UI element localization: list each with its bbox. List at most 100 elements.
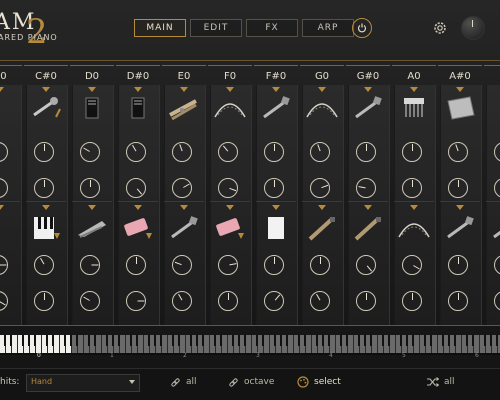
parameter-knob[interactable]: [448, 142, 468, 162]
parameter-knob[interactable]: [402, 142, 422, 162]
tool-menu-arrow-icon[interactable]: [0, 87, 4, 92]
parameter-knob[interactable]: [356, 291, 376, 311]
tool-icon-arc-curve[interactable]: [398, 215, 430, 241]
tool-menu-arrow-icon[interactable]: [180, 87, 188, 92]
parameter-knob[interactable]: [80, 142, 100, 162]
link-octave-button[interactable]: octave: [228, 375, 274, 389]
tool-menu-arrow-icon[interactable]: [318, 205, 326, 210]
tool-icon-bolt[interactable]: [352, 95, 384, 121]
tool-icon-dark-block[interactable]: [76, 95, 108, 121]
tab-arp[interactable]: ARP: [302, 19, 354, 37]
parameter-knob[interactable]: [172, 255, 192, 275]
parameter-knob[interactable]: [310, 142, 330, 162]
parameter-knob[interactable]: [356, 255, 376, 275]
tool-icon-arc-curve[interactable]: [306, 95, 338, 121]
tool-menu-arrow-icon[interactable]: [364, 205, 372, 210]
parameter-knob[interactable]: [402, 178, 422, 198]
tool-menu-arrow-icon[interactable]: [180, 205, 188, 210]
tool-menu-arrow-icon[interactable]: [226, 205, 234, 210]
parameter-knob[interactable]: [264, 178, 284, 198]
tool-icon-screw[interactable]: [30, 95, 62, 121]
tool-icon-metal-plate[interactable]: [444, 95, 476, 121]
tool-icon-bolt[interactable]: [168, 215, 200, 241]
gear-icon[interactable]: [432, 20, 448, 36]
tool-menu-arrow-icon[interactable]: [318, 87, 326, 92]
parameter-knob[interactable]: [356, 142, 376, 162]
parameter-knob[interactable]: [80, 255, 100, 275]
tool-icon-dark-block[interactable]: [122, 95, 154, 121]
tool-menu-arrow-icon[interactable]: [88, 205, 96, 210]
mini-keyboard[interactable]: [0, 335, 500, 355]
parameter-knob[interactable]: [218, 142, 238, 162]
tool-icon-none[interactable]: [0, 215, 16, 241]
tool-icon-stapler[interactable]: [76, 215, 108, 241]
parameter-knob[interactable]: [264, 142, 284, 162]
parameter-knob[interactable]: [34, 178, 54, 198]
tool-menu-arrow-icon[interactable]: [88, 87, 96, 92]
tab-fx[interactable]: FX: [246, 19, 298, 37]
link-all-button[interactable]: all: [170, 375, 197, 389]
parameter-knob[interactable]: [218, 255, 238, 275]
tool-icon-bolt[interactable]: [444, 215, 476, 241]
parameter-knob[interactable]: [218, 178, 238, 198]
parameter-knob[interactable]: [34, 142, 54, 162]
tool-icon-wooden-stick[interactable]: [306, 215, 338, 241]
tool-menu-arrow-icon[interactable]: [42, 205, 50, 210]
tool-icon-wooden-stick[interactable]: [352, 215, 384, 241]
parameter-knob[interactable]: [448, 178, 468, 198]
tool-menu-arrow-icon[interactable]: [134, 205, 142, 210]
parameter-knob[interactable]: [34, 255, 54, 275]
parameter-knob[interactable]: [264, 255, 284, 275]
tool-icon-piano-keys[interactable]: [30, 215, 62, 241]
parameter-knob[interactable]: [172, 291, 192, 311]
tool-menu-arrow-icon[interactable]: [456, 205, 464, 210]
parameter-knob[interactable]: [126, 178, 146, 198]
tool-menu-arrow-icon[interactable]: [226, 87, 234, 92]
master-volume-knob[interactable]: [461, 16, 485, 40]
tool-icon-clothespin[interactable]: [168, 95, 200, 121]
parameter-knob[interactable]: [126, 142, 146, 162]
parameter-knob[interactable]: [310, 255, 330, 275]
tool-menu-arrow-icon[interactable]: [272, 87, 280, 92]
parameter-knob[interactable]: [448, 255, 468, 275]
parameter-knob[interactable]: [80, 178, 100, 198]
parameter-knob[interactable]: [172, 142, 192, 162]
parameter-knob[interactable]: [126, 291, 146, 311]
tool-menu-arrow-icon[interactable]: [42, 87, 50, 92]
tool-menu-arrow-icon[interactable]: [272, 205, 280, 210]
parameter-knob[interactable]: [80, 291, 100, 311]
select-button[interactable]: select: [297, 375, 341, 389]
parameter-knob[interactable]: [356, 178, 376, 198]
parameter-knob[interactable]: [402, 291, 422, 311]
shuffle-all-button[interactable]: all: [427, 375, 455, 389]
tab-edit[interactable]: EDIT: [190, 19, 242, 37]
parameter-knob[interactable]: [34, 291, 54, 311]
hits-dropdown[interactable]: Hand: [26, 374, 140, 392]
tool-icon-eraser[interactable]: [122, 215, 154, 241]
parameter-knob[interactable]: [126, 255, 146, 275]
power-button[interactable]: [352, 18, 372, 38]
tool-icon-none[interactable]: [490, 95, 500, 121]
tool-icon-comb[interactable]: [398, 95, 430, 121]
tab-main[interactable]: MAIN: [134, 19, 186, 37]
parameter-knob[interactable]: [264, 291, 284, 311]
tool-menu-arrow-icon[interactable]: [0, 205, 4, 210]
note-label: F0: [208, 65, 252, 86]
tool-icon-bolt[interactable]: [260, 95, 292, 121]
tool-icon-arc-curve[interactable]: [214, 95, 246, 121]
tool-menu-arrow-icon[interactable]: [410, 205, 418, 210]
parameter-knob[interactable]: [310, 291, 330, 311]
tool-icon-paper[interactable]: [260, 215, 292, 241]
parameter-knob[interactable]: [402, 255, 422, 275]
parameter-knob[interactable]: [218, 291, 238, 311]
tool-icon-eraser[interactable]: [214, 215, 246, 241]
parameter-knob[interactable]: [448, 291, 468, 311]
parameter-knob[interactable]: [172, 178, 192, 198]
parameter-knob[interactable]: [310, 178, 330, 198]
tool-menu-arrow-icon[interactable]: [410, 87, 418, 92]
tool-icon-bolt[interactable]: [490, 215, 500, 241]
tool-menu-arrow-icon[interactable]: [364, 87, 372, 92]
tool-icon-none[interactable]: [0, 95, 16, 121]
tool-menu-arrow-icon[interactable]: [134, 87, 142, 92]
tool-menu-arrow-icon[interactable]: [456, 87, 464, 92]
